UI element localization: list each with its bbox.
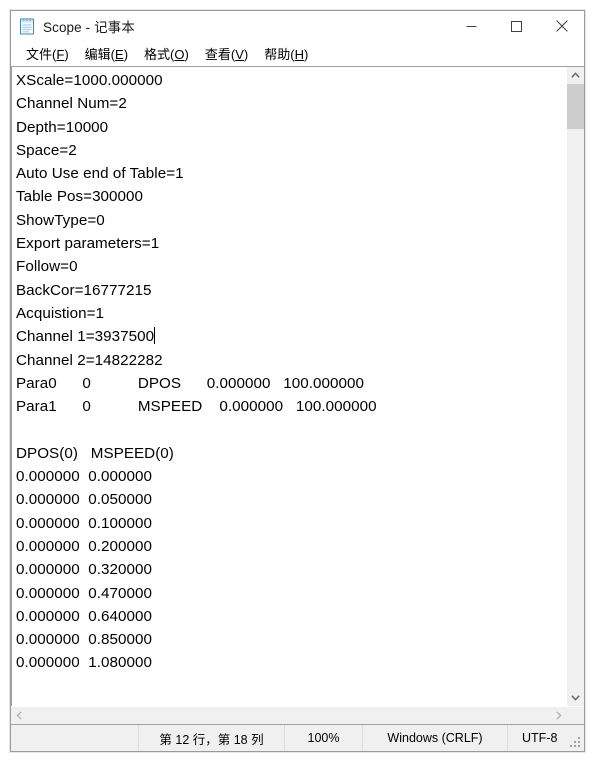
maximize-button[interactable] — [494, 11, 539, 41]
notepad-icon — [19, 17, 36, 35]
editor-line: Follow=0 — [16, 258, 78, 276]
editor-line: Export parameters=1 — [16, 235, 160, 253]
scroll-right-button[interactable] — [550, 707, 567, 724]
editor-region: XScale=1000.000000 Channel Num=2 Depth=100… — [11, 66, 584, 725]
status-bar: 第 12 行，第 18 列 100% Windows (CRLF) UTF-8 — [11, 725, 584, 751]
editor-line: BackCor=16777215 — [16, 281, 152, 299]
editor-line: XScale=1000.000000 — [16, 72, 163, 89]
editor-line: ShowType=0 — [16, 211, 105, 229]
text-editor-content: XScale=1000.000000 Channel Num=2 Depth=100… — [16, 69, 566, 675]
editor-line: 0.000000 0.050000 — [16, 491, 153, 509]
title-bar[interactable]: Scope - 记事本 — [11, 11, 584, 41]
menu-item-edit[interactable]: 编辑(E) — [78, 42, 135, 65]
vertical-scroll-thumb[interactable] — [567, 84, 584, 129]
editor-line: 0.000000 0.470000 — [16, 584, 153, 602]
editor-line: Depth=10000 — [16, 118, 109, 136]
editor-line: DPOS(0) MSPEED(0) — [16, 444, 174, 462]
menu-item-format-label: 格式 — [144, 46, 171, 62]
status-cursor-position: 第 12 行，第 18 列 — [139, 725, 285, 751]
menu-item-edit-accel: E — [115, 46, 124, 62]
editor-line: Para1 0 MSPEED 0.000000 100.000000 — [16, 398, 377, 416]
menu-item-view-accel: V — [235, 46, 244, 62]
editor-line: 0.000000 0.640000 — [16, 607, 153, 625]
horizontal-scrollbar[interactable] — [11, 706, 584, 724]
close-button[interactable] — [539, 11, 584, 41]
editor-line: 0.000000 0.200000 — [16, 537, 153, 555]
menu-item-edit-label: 编辑 — [84, 46, 111, 62]
horizontal-scroll-track[interactable] — [28, 707, 550, 724]
vertical-scroll-track[interactable] — [567, 84, 584, 689]
menu-bar: 文件(F) 编辑(E) 格式(O) 查看(V) 帮助(H) — [11, 41, 584, 66]
text-editor[interactable]: XScale=1000.000000 Channel Num=2 Depth=100… — [11, 67, 566, 706]
scroll-down-button[interactable] — [567, 689, 584, 706]
editor-line: Acquistion=1 — [16, 304, 104, 322]
editor-line: Channel Num=2 — [16, 95, 127, 113]
menu-item-help-label: 帮助 — [264, 46, 291, 62]
menu-item-view-label: 查看 — [204, 46, 231, 62]
editor-line: 0.000000 0.000000 — [16, 468, 153, 486]
menu-item-format-accel: O — [174, 46, 185, 62]
editor-line: Table Pos=300000 — [16, 188, 144, 206]
editor-line: Para0 0 DPOS 0.000000 100.000000 — [16, 374, 365, 392]
scroll-left-button[interactable] — [11, 707, 28, 724]
editor-line: 0.000000 0.100000 — [16, 514, 153, 532]
editor-line: Auto Use end of Table=1 — [16, 165, 184, 183]
minimize-button[interactable] — [449, 11, 494, 41]
menu-item-format[interactable]: 格式(O) — [137, 42, 196, 65]
status-zoom-level[interactable]: 100% — [285, 725, 363, 751]
menu-item-file[interactable]: 文件(F) — [19, 42, 76, 65]
notepad-window: Scope - 记事本 文件(F) 编辑(E) 格式(O) 查看(V) 帮助(H… — [10, 10, 585, 752]
menu-item-file-label: 文件 — [26, 46, 53, 62]
editor-line: Channel 2=14822282 — [16, 351, 163, 369]
status-spacer — [11, 725, 139, 751]
window-controls — [449, 11, 584, 41]
vertical-scrollbar[interactable] — [566, 67, 584, 706]
scrollbar-corner — [567, 707, 584, 724]
text-caret — [154, 327, 156, 345]
editor-line: 0.000000 1.080000 — [16, 654, 153, 672]
status-line-ending: Windows (CRLF) — [363, 725, 508, 751]
resize-grip-icon[interactable] — [570, 737, 581, 748]
editor-line: Space=2 — [16, 141, 77, 159]
editor-line: Channel 1=3937500 — [16, 327, 156, 346]
menu-item-help[interactable]: 帮助(H) — [257, 42, 315, 65]
scroll-up-button[interactable] — [567, 67, 584, 84]
menu-item-file-accel: F — [56, 46, 65, 62]
editor-line: 0.000000 0.320000 — [16, 561, 153, 579]
menu-item-view[interactable]: 查看(V) — [198, 42, 255, 65]
editor-row: XScale=1000.000000 Channel Num=2 Depth=100… — [11, 67, 584, 706]
editor-line: 0.000000 0.850000 — [16, 631, 153, 649]
window-title: Scope - 记事本 — [43, 20, 135, 35]
menu-item-help-accel: H — [294, 46, 304, 62]
